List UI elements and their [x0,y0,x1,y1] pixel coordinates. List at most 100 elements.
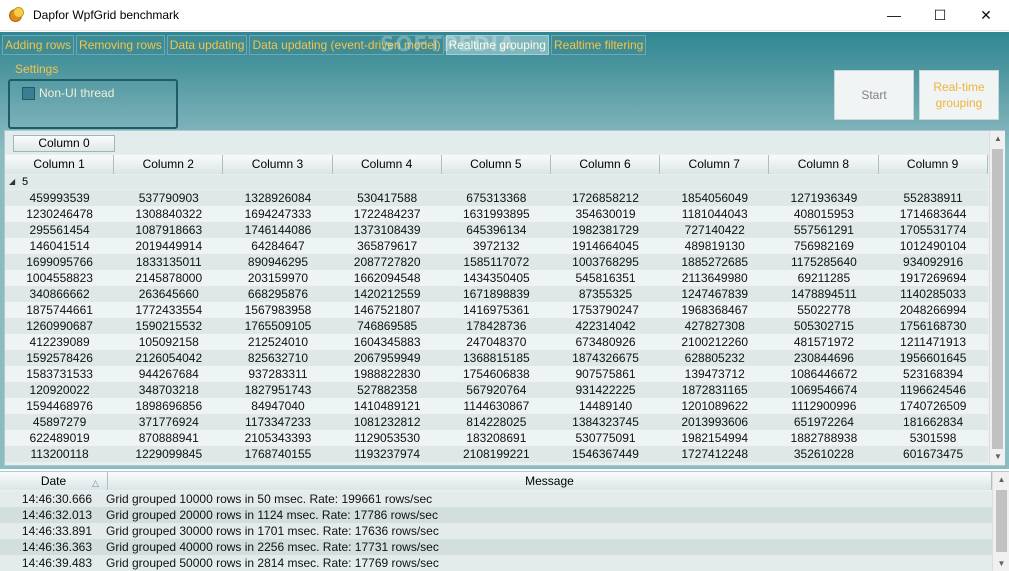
table-cell[interactable]: 422314042 [551,318,660,334]
column-header-8[interactable]: Column 8 [769,155,879,174]
table-cell[interactable]: 1885272685 [660,254,769,270]
table-cell[interactable]: 1882788938 [769,430,878,446]
table-cell[interactable]: 340866662 [5,286,114,302]
table-cell[interactable]: 1467521807 [333,302,442,318]
table-cell[interactable]: 1201089622 [660,398,769,414]
table-cell[interactable]: 247048370 [442,334,551,350]
log-row[interactable]: 14:46:39.483 Grid grouped 50000 rows in 2… [0,555,992,571]
table-cell[interactable]: 1590215532 [114,318,223,334]
log-row[interactable]: 14:46:32.013 Grid grouped 20000 rows in 1… [0,507,992,523]
table-cell[interactable]: 230844696 [769,350,878,366]
column-header-7[interactable]: Column 7 [660,155,770,174]
table-cell[interactable]: 2048266994 [879,302,988,318]
table-cell[interactable]: 746869585 [333,318,442,334]
table-cell[interactable]: 1714683644 [879,206,988,222]
table-row[interactable]: 1594468976 1898696856 84947040 1410489121 11… [5,398,988,414]
table-cell[interactable]: 1594468976 [5,398,114,414]
table-cell[interactable]: 1012490104 [879,238,988,254]
table-cell[interactable]: 5301598 [879,430,988,446]
table-cell[interactable]: 1765509105 [223,318,332,334]
table-cell[interactable]: 408015953 [769,206,878,222]
table-cell[interactable]: 64284647 [223,238,332,254]
table-row[interactable]: 459993539 537790903 1328926084 530417588 675… [5,190,988,206]
table-cell[interactable]: 1004558823 [5,270,114,286]
table-cell[interactable]: 1727412248 [660,446,769,462]
table-cell[interactable]: 139473712 [660,366,769,382]
table-cell[interactable]: 84947040 [223,398,332,414]
table-cell[interactable]: 1478894511 [769,286,878,302]
table-row[interactable]: 1699095766 1833135011 890946295 2087727820 1… [5,254,988,270]
expand-triangle-icon[interactable]: ◢ [9,175,15,189]
close-button[interactable]: ✕ [963,0,1009,31]
table-cell[interactable]: 365879617 [333,238,442,254]
table-cell[interactable]: 371776924 [114,414,223,430]
table-cell[interactable]: 3972132 [442,238,551,254]
table-cell[interactable]: 2013993606 [660,414,769,430]
log-vertical-scrollbar[interactable]: ▲ ▼ [992,472,1009,571]
table-cell[interactable]: 1988822830 [333,366,442,382]
table-cell[interactable]: 622489019 [5,430,114,446]
table-cell[interactable]: 1181044043 [660,206,769,222]
table-cell[interactable]: 673480926 [551,334,660,350]
log-row[interactable]: 14:46:33.891 Grid grouped 30000 rows in 1… [0,523,992,539]
table-cell[interactable]: 181662834 [879,414,988,430]
table-cell[interactable]: 113200118 [5,446,114,462]
tab-adding-rows[interactable]: Adding rows [2,35,75,55]
table-cell[interactable]: 727140422 [660,222,769,238]
table-cell[interactable]: 1086446672 [769,366,878,382]
log-row[interactable]: 14:46:30.666 Grid grouped 10000 rows in 5… [0,491,992,507]
table-cell[interactable]: 459993539 [5,190,114,206]
table-cell[interactable]: 14489140 [551,398,660,414]
table-cell[interactable]: 295561454 [5,222,114,238]
table-cell[interactable]: 1112900996 [769,398,878,414]
table-cell[interactable]: 1420212559 [333,286,442,302]
table-cell[interactable]: 1956601645 [879,350,988,366]
column-header-2[interactable]: Column 2 [114,155,224,174]
table-cell[interactable]: 944267684 [114,366,223,382]
non-ui-thread-label[interactable]: Non-UI thread [39,86,114,100]
table-cell[interactable]: 348703218 [114,382,223,398]
table-cell[interactable]: 1247467839 [660,286,769,302]
table-cell[interactable]: 937283311 [223,366,332,382]
start-button[interactable]: Start [834,70,914,120]
column-header-6[interactable]: Column 6 [550,155,661,174]
table-cell[interactable]: 1416975361 [442,302,551,318]
column-header-3[interactable]: Column 3 [223,155,333,174]
table-cell[interactable]: 2087727820 [333,254,442,270]
group-column-header[interactable]: Column 0 [13,135,115,152]
table-row[interactable]: 1230246478 1308840322 1694247333 1722484237… [5,206,988,222]
table-cell[interactable]: 557561291 [769,222,878,238]
table-row[interactable]: 412239089 105092158 212524010 1604345883 247… [5,334,988,350]
table-cell[interactable]: 1229099845 [114,446,223,462]
table-cell[interactable]: 825632710 [223,350,332,366]
table-cell[interactable]: 527882358 [333,382,442,398]
log-message-header[interactable]: Message [108,472,992,490]
table-cell[interactable]: 69211285 [769,270,878,286]
table-cell[interactable]: 907575861 [551,366,660,382]
table-row[interactable]: 340866662 263645660 668295876 1420212559 167… [5,286,988,302]
table-cell[interactable]: 1308840322 [114,206,223,222]
table-cell[interactable]: 2108199221 [442,446,551,462]
table-cell[interactable]: 1854056049 [660,190,769,206]
table-cell[interactable]: 1631993895 [442,206,551,222]
table-cell[interactable]: 178428736 [442,318,551,334]
table-cell[interactable]: 1384323745 [551,414,660,430]
table-cell[interactable]: 545816351 [551,270,660,286]
non-ui-thread-checkbox[interactable] [22,87,35,100]
table-row[interactable]: 295561454 1087918663 1746144086 1373108439 6… [5,222,988,238]
table-cell[interactable]: 1140285033 [879,286,988,302]
table-cell[interactable]: 2019449914 [114,238,223,254]
table-row[interactable]: 1583731533 944267684 937283311 1988822830 17… [5,366,988,382]
table-cell[interactable]: 2105343393 [223,430,332,446]
table-row[interactable]: 120920022 348703218 1827951743 527882358 567… [5,382,988,398]
table-cell[interactable]: 1434350405 [442,270,551,286]
table-cell[interactable]: 1917269694 [879,270,988,286]
table-row[interactable]: 622489019 870888941 2105343393 1129053530 18… [5,430,988,446]
table-cell[interactable]: 1144630867 [442,398,551,414]
scroll-down-icon[interactable]: ▼ [990,449,1006,465]
table-cell[interactable]: 1982154994 [660,430,769,446]
table-cell[interactable]: 756982169 [769,238,878,254]
table-cell[interactable]: 1069546674 [769,382,878,398]
column-header-9[interactable]: Column 9 [878,155,988,174]
table-row[interactable]: 1004558823 2145878000 203159970 1662094548 1… [5,270,988,286]
